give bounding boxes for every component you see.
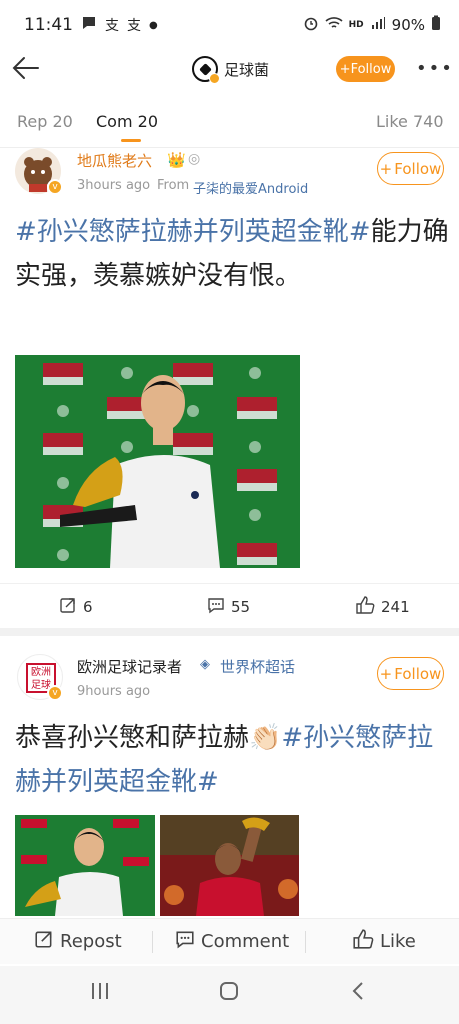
username[interactable]: 欧洲足球记录者 xyxy=(77,656,182,677)
tab-reposts[interactable]: Rep 20 xyxy=(17,112,73,131)
weibo-icon: 支 xyxy=(127,18,141,34)
clapping-emoji: 👏🏻 xyxy=(249,723,282,753)
back-nav-icon[interactable] xyxy=(348,980,368,1006)
follow-button[interactable]: + Follow xyxy=(377,657,444,690)
repost-action[interactable]: 6 xyxy=(59,596,93,618)
post-photo[interactable] xyxy=(15,815,155,916)
username[interactable]: 地瓜熊老六 xyxy=(77,150,152,171)
status-bar: 11:41 支 支 ● HD 90% xyxy=(0,0,459,50)
network-label: HD xyxy=(348,20,364,30)
comment-label: Comment xyxy=(201,931,290,952)
recent-apps-icon[interactable] xyxy=(90,980,110,1006)
comment-action[interactable]: 55 xyxy=(207,596,250,618)
share-icon xyxy=(34,929,54,954)
verified-badge-icon: v xyxy=(47,685,63,701)
post-time: 9hours ago xyxy=(77,684,151,699)
like-label: Like xyxy=(380,931,416,952)
plus-icon: + xyxy=(339,61,351,77)
hashtag-link[interactable]: #孙兴慜萨拉赫并列英超金靴# xyxy=(15,217,371,247)
repost-label: Repost xyxy=(60,931,122,952)
soccer-ball-avatar xyxy=(192,56,220,84)
follow-label: Follow xyxy=(394,159,442,178)
post-body: 恭喜孙兴慜和萨拉赫 xyxy=(15,723,250,753)
super-topic-badge[interactable]: 世界杯超话 xyxy=(220,656,295,677)
battery-icon xyxy=(431,15,441,35)
account-name: 足球菌 xyxy=(224,60,270,79)
active-tab-indicator xyxy=(121,139,141,142)
battery-level: 90% xyxy=(391,16,425,34)
follow-label: Follow xyxy=(394,664,442,683)
like-action[interactable]: 241 xyxy=(355,596,410,618)
repost-button[interactable]: Repost xyxy=(34,929,122,954)
account-title[interactable]: 足球菌 xyxy=(192,56,270,84)
share-icon xyxy=(59,596,77,618)
wifi-icon xyxy=(325,16,343,34)
crown-badge-icon: 👑 xyxy=(167,151,186,169)
signal-icon xyxy=(370,16,386,34)
comment-count: 55 xyxy=(231,598,251,616)
tab-bar: Rep 20 Com 20 Like 740 xyxy=(0,96,459,148)
tab-comments[interactable]: Com 20 xyxy=(96,112,158,131)
plus-icon: + xyxy=(379,159,393,178)
source-link[interactable]: 子柒的最爱Android xyxy=(193,178,308,197)
section-divider xyxy=(0,628,459,636)
like-count: 241 xyxy=(381,598,410,616)
home-icon[interactable] xyxy=(218,980,240,1006)
plus-icon: + xyxy=(379,664,393,683)
post-actions: 6 55 241 xyxy=(0,583,459,629)
alarm-icon xyxy=(303,15,319,35)
follow-button[interactable]: + Follow xyxy=(377,152,444,185)
system-nav-bar xyxy=(0,966,459,1024)
comment-card: 欧洲足球 v 欧洲足球记录者 ◈ 世界杯超话 9hours ago + Follo… xyxy=(0,654,459,916)
thumbs-up-icon xyxy=(352,929,374,954)
comment-icon xyxy=(175,929,195,954)
thumbs-up-icon xyxy=(355,596,375,618)
repost-count: 6 xyxy=(83,598,93,616)
post-photo[interactable] xyxy=(15,355,300,568)
comment-card: v 地瓜熊老六 👑 ◎ 3hours ago From 子柒的最爱Android… xyxy=(0,148,459,626)
like-button[interactable]: Like xyxy=(352,929,416,954)
comment-icon xyxy=(207,596,225,618)
more-options-icon[interactable]: ••• xyxy=(416,58,454,79)
follow-button[interactable]: + Follow xyxy=(336,56,395,82)
post-text: #孙兴慜萨拉赫并列英超金靴#能力确实强，羡慕嫉妒没有恨。 xyxy=(15,210,450,298)
divider xyxy=(305,931,306,953)
tab-likes[interactable]: Like 740 xyxy=(376,112,444,131)
dot-icon: ● xyxy=(149,19,158,31)
back-arrow-icon[interactable] xyxy=(10,52,42,84)
verified-badge-icon: v xyxy=(47,179,63,195)
app-bar: 足球菌 + Follow ••• xyxy=(0,48,459,92)
bottom-action-bar: Repost Comment Like xyxy=(0,918,459,964)
divider xyxy=(152,931,153,953)
comment-button[interactable]: Comment xyxy=(175,929,289,954)
source-prefix: From xyxy=(157,178,190,193)
message-icon xyxy=(81,15,97,36)
weibo-icon: 支 xyxy=(105,18,119,34)
post-photo[interactable] xyxy=(160,815,299,916)
medal-icon: ◎ xyxy=(188,151,201,167)
post-text: 恭喜孙兴慜和萨拉赫👏🏻#孙兴慜萨拉赫并列英超金靴# xyxy=(15,716,450,804)
diamond-icon: ◈ xyxy=(200,657,210,672)
follow-label: Follow xyxy=(350,61,392,77)
status-time: 11:41 xyxy=(24,15,73,35)
post-time: 3hours ago xyxy=(77,178,151,193)
